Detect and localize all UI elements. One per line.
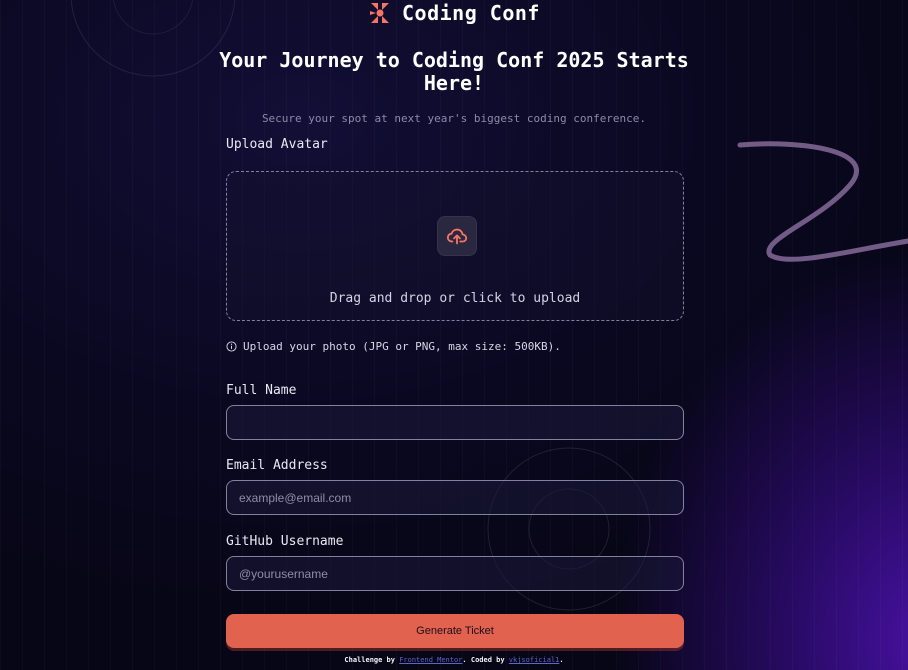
page-subtitle: Secure your spot at next year's biggest … [261,112,647,125]
page-title: Your Journey to Coding Conf 2025 Starts … [219,48,689,95]
avatar-label: Upload Avatar [226,137,328,152]
footer-suffix: . [559,656,564,664]
email-label: Email Address [226,458,328,473]
generate-ticket-button[interactable]: Generate Ticket [226,614,684,648]
avatar-hint-text: Upload your photo (JPG or PNG, max size:… [243,340,561,353]
avatar-dropzone[interactable]: Drag and drop or click to upload [226,171,684,321]
full-name-input[interactable] [226,405,684,440]
full-name-label: Full Name [226,383,297,398]
email-input[interactable] [226,480,684,515]
site-header: Coding Conf [0,0,908,26]
squiggle-line [737,141,908,262]
dropzone-instruction: Drag and drop or click to upload [329,291,581,306]
footer-attribution: Challenge by Frontend Mentor. Coded by v… [0,656,908,664]
footer-prefix: Challenge by [344,656,395,664]
footer-middle: . Coded by [462,656,505,664]
github-label: GitHub Username [226,534,344,549]
info-icon [226,341,237,352]
github-username-input[interactable] [226,556,684,591]
conference-logo-icon [370,3,390,23]
cloud-upload-icon [446,228,468,245]
brand-name: Coding Conf [402,1,540,25]
frontend-mentor-link[interactable]: Frontend Mentor [399,656,462,664]
upload-icon-container[interactable] [437,216,477,256]
author-link[interactable]: vkjsoficial1 [509,656,560,664]
avatar-hint: Upload your photo (JPG or PNG, max size:… [226,340,561,353]
